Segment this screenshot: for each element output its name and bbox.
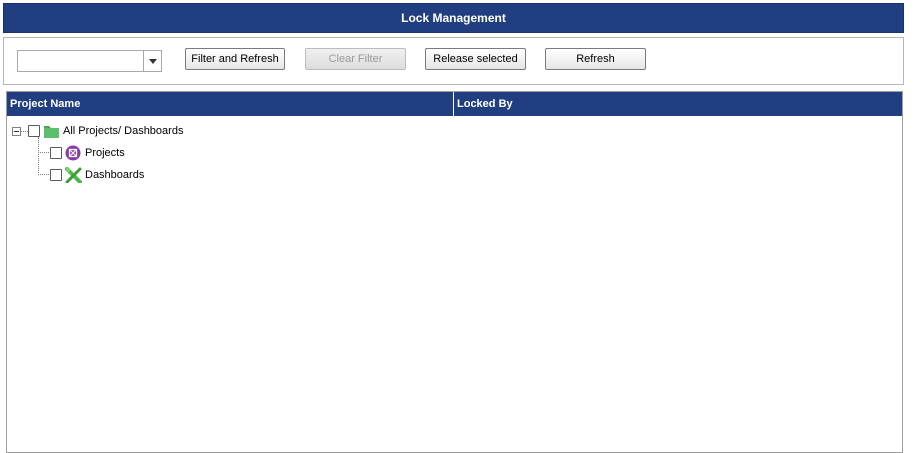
chevron-down-icon (148, 58, 157, 64)
filter-combo[interactable] (17, 50, 162, 72)
dashboards-icon (65, 167, 82, 183)
tree-node-checkbox[interactable] (28, 125, 40, 137)
combo-dropdown-button[interactable] (143, 51, 161, 71)
release-selected-button[interactable]: Release selected (425, 48, 526, 70)
folder-icon (43, 123, 60, 139)
column-header-locked-by[interactable]: Locked By (454, 92, 902, 116)
tree-node-projects[interactable]: Projects (50, 143, 125, 163)
tree-node-checkbox[interactable] (50, 147, 62, 159)
tree-node-label: Dashboards (85, 169, 145, 181)
tree-connector (38, 137, 39, 175)
filter-and-refresh-button[interactable]: Filter and Refresh (185, 48, 285, 70)
grid-header: Project Name Locked By (7, 92, 902, 116)
projects-icon (65, 145, 82, 161)
window-title: Lock Management (401, 11, 506, 25)
column-header-project-name[interactable]: Project Name (7, 92, 454, 116)
tree-connector (20, 131, 28, 132)
toolbar: Filter and Refresh Clear Filter Release … (3, 37, 904, 85)
tree-node-label: Projects (85, 147, 125, 159)
tree-node-label: All Projects/ Dashboards (63, 125, 184, 137)
tree-node-dashboards[interactable]: Dashboards (50, 165, 144, 185)
window-title-bar: Lock Management (3, 3, 904, 33)
refresh-button[interactable]: Refresh (545, 48, 646, 70)
clear-filter-button[interactable]: Clear Filter (305, 48, 406, 70)
tree-node-root[interactable]: All Projects/ Dashboards (28, 121, 183, 141)
lock-grid: Project Name Locked By All Projects/ Das… (6, 91, 903, 453)
tree-collapse-toggle[interactable] (12, 127, 21, 136)
tree-node-checkbox[interactable] (50, 169, 62, 181)
